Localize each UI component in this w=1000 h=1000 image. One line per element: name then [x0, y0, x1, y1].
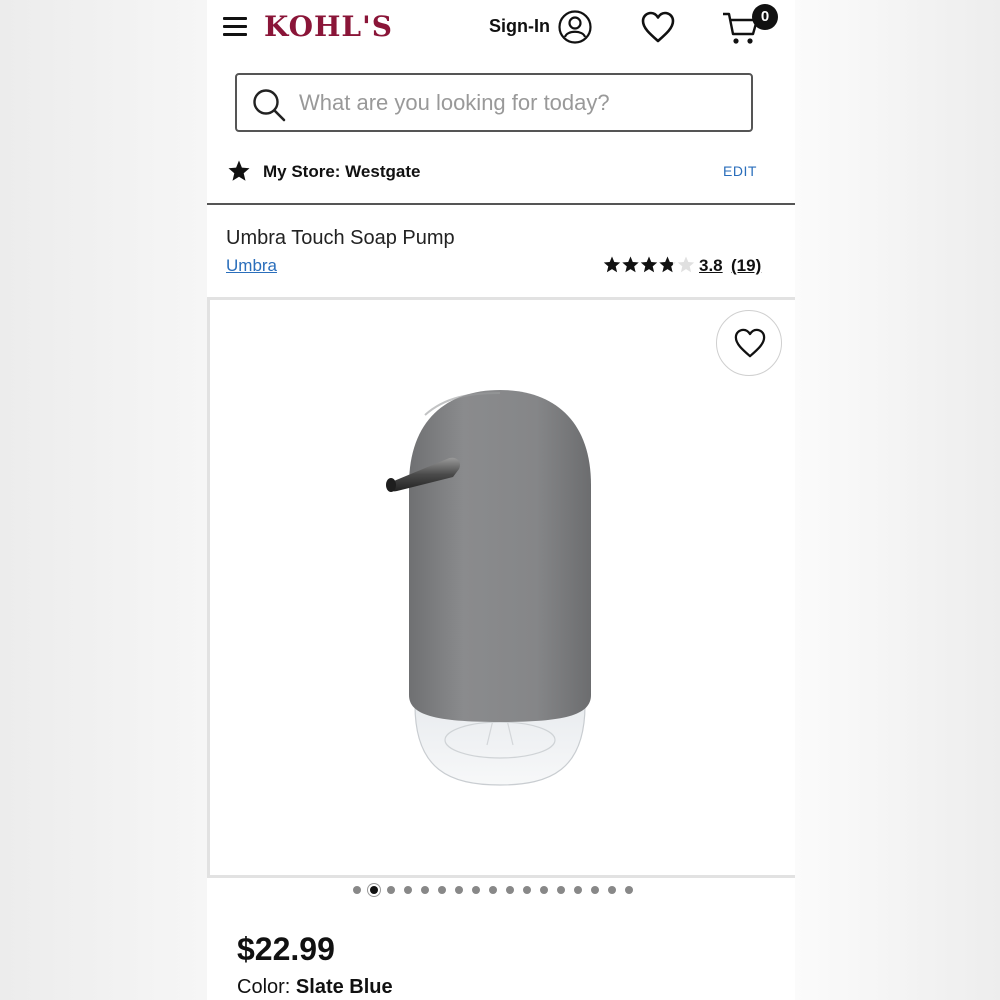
divider — [207, 203, 795, 205]
background-left — [0, 0, 207, 1000]
carousel-dot[interactable] — [557, 886, 565, 894]
edit-store-link[interactable]: EDIT — [723, 163, 757, 179]
brand-link[interactable]: Umbra — [226, 256, 277, 276]
search-box[interactable] — [235, 73, 753, 132]
soap-pump-product-image[interactable] — [375, 385, 625, 795]
carousel-dot[interactable] — [540, 886, 548, 894]
carousel-dot[interactable] — [523, 886, 531, 894]
carousel-dot[interactable] — [625, 886, 633, 894]
color-value: Slate Blue — [295, 976, 393, 998]
carousel-dot[interactable] — [353, 886, 361, 894]
carousel-dot[interactable] — [506, 886, 514, 894]
carousel-dot[interactable] — [438, 886, 446, 894]
carousel-dot[interactable] — [455, 886, 463, 894]
carousel-dot[interactable] — [404, 886, 412, 894]
color-selection: Color: Slate Blue — [237, 976, 393, 999]
review-count[interactable]: (19) — [731, 256, 761, 276]
kohls-logo[interactable]: KOHL'S — [264, 10, 393, 43]
star-icon — [228, 160, 250, 181]
color-label: Color: — [237, 976, 291, 998]
search-input[interactable] — [299, 77, 739, 129]
carousel-dot[interactable] — [489, 886, 497, 894]
rating-stars[interactable] — [603, 256, 695, 274]
menu-icon[interactable] — [223, 17, 247, 37]
carousel-dot[interactable] — [472, 886, 480, 894]
product-price: $22.99 — [237, 931, 335, 967]
search-icon[interactable] — [251, 87, 287, 123]
background-right — [795, 0, 1000, 1000]
carousel-dot[interactable] — [574, 886, 582, 894]
product-title: Umbra Touch Soap Pump — [226, 227, 455, 249]
my-store-label: My Store: Westgate — [263, 162, 421, 181]
user-icon[interactable] — [558, 10, 592, 44]
cart-count-badge: 0 — [752, 4, 778, 30]
image-carousel-dots[interactable] — [353, 884, 643, 896]
carousel-dot[interactable] — [608, 886, 616, 894]
mobile-page: KOHL'S Sign-In 0 My Store: Westgate EDIT… — [207, 0, 795, 1000]
sign-in-link[interactable]: Sign-In — [489, 16, 550, 37]
rating-value[interactable]: 3.8 — [699, 256, 723, 276]
carousel-dot[interactable] — [370, 886, 378, 894]
carousel-dot[interactable] — [387, 886, 395, 894]
heart-outline-icon — [734, 328, 766, 358]
carousel-dot[interactable] — [591, 886, 599, 894]
carousel-dot[interactable] — [421, 886, 429, 894]
wishlist-heart-icon[interactable] — [640, 10, 676, 44]
add-to-wishlist-button[interactable] — [716, 310, 782, 376]
